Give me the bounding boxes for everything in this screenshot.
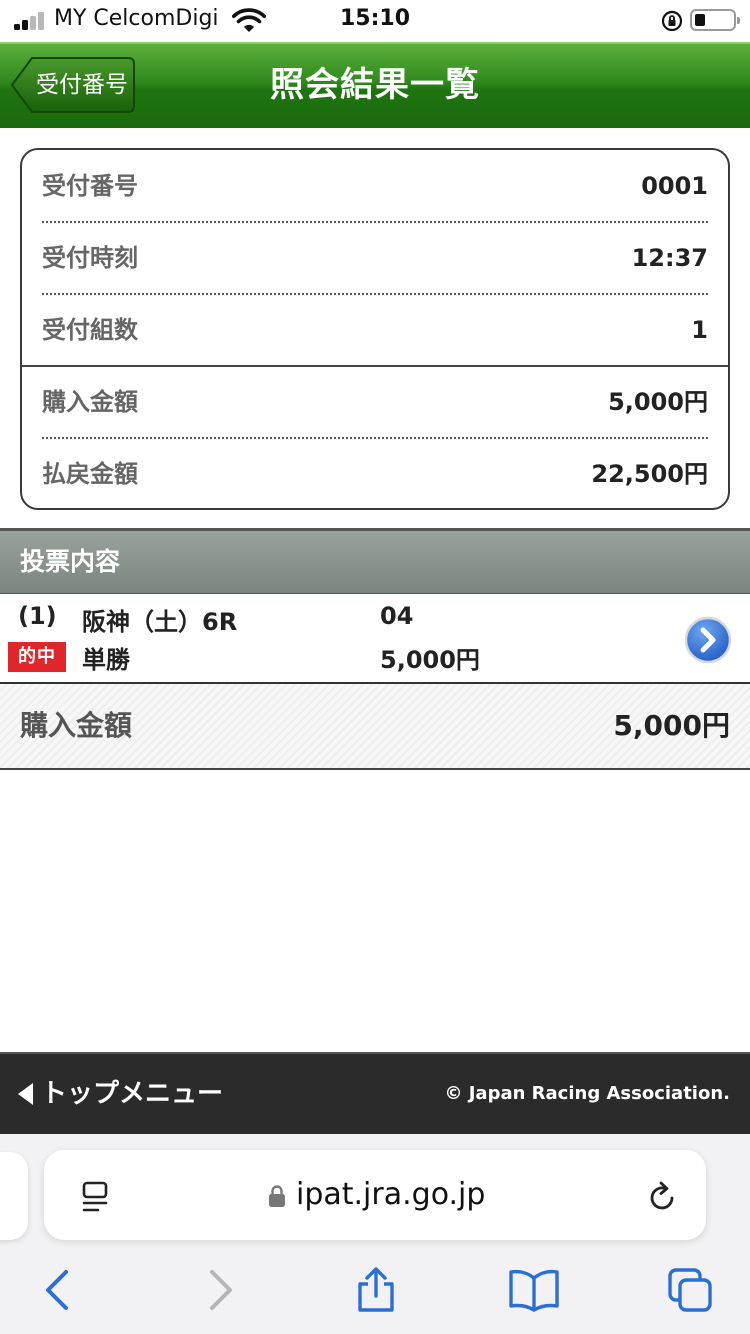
row-value: 0001 (641, 172, 708, 200)
app-footer: トップメニュー © Japan Racing Association. (0, 1052, 750, 1134)
row-value: 12:37 (631, 244, 708, 272)
left-triangle-icon (18, 1083, 33, 1105)
payout-amount-row: 払戻金額 22,500円 (42, 438, 708, 508)
purchase-total-row: 購入金額 5,000円 (0, 684, 750, 770)
row-label: 払戻金額 (42, 460, 138, 488)
status-bar: MY CelcomDigi 15:10 (0, 0, 750, 42)
browser-toolbar: ipat.jra.go.jp (0, 1134, 750, 1334)
previous-tab-preview[interactable] (0, 1152, 28, 1240)
section-title: 投票内容 (20, 547, 121, 576)
address-bar[interactable]: ipat.jra.go.jp (44, 1150, 706, 1240)
back-nav-icon[interactable] (36, 1266, 80, 1314)
total-label: 購入金額 (20, 709, 133, 742)
battery-icon (690, 9, 740, 31)
page-title: 照会結果一覧 (270, 65, 480, 105)
bet-horse-number: 04 (380, 602, 414, 630)
row-value: 5,000円 (608, 388, 708, 416)
copyright-text: © Japan Racing Association. (444, 1083, 730, 1104)
bet-type: 単勝 (82, 646, 130, 674)
url-text: ipat.jra.go.jp (296, 1177, 486, 1212)
total-value: 5,000円 (613, 709, 730, 742)
receipt-time-row: 受付時刻 12:37 (42, 222, 708, 294)
row-value: 1 (691, 316, 708, 344)
tabs-icon[interactable] (666, 1266, 714, 1314)
bet-amount: 5,000円 (380, 646, 480, 674)
bet-venue-race: 阪神（土）6R (82, 608, 238, 636)
receipt-summary-card: 受付番号 0001 受付時刻 12:37 受付組数 1 購入金額 5,000円 … (20, 148, 730, 510)
receipt-sets-row: 受付組数 1 (42, 294, 708, 366)
row-value: 22,500円 (591, 460, 708, 488)
receipt-number-row: 受付番号 0001 (42, 150, 708, 222)
lock-icon (269, 1185, 285, 1207)
forward-nav-icon[interactable] (198, 1266, 242, 1314)
app-header: 受付番号 照会結果一覧 (0, 42, 750, 128)
hit-badge: 的中 (8, 642, 66, 672)
reader-mode-icon[interactable] (80, 1180, 110, 1214)
detail-chevron-icon[interactable] (684, 616, 732, 664)
purchase-amount-row: 購入金額 5,000円 (42, 366, 708, 438)
top-menu-label: トップメニュー (41, 1079, 224, 1109)
clock: 15:10 (339, 6, 411, 31)
bet-number: (1) (18, 602, 57, 630)
top-menu-link[interactable]: トップメニュー (18, 1054, 223, 1134)
orientation-lock-icon (661, 10, 683, 32)
bet-list-item[interactable]: (1) 阪神（土）6R 04 的中 単勝 5,000円 (0, 594, 750, 684)
bet-section-header: 投票内容 (0, 528, 750, 594)
bookmarks-icon[interactable] (508, 1266, 560, 1314)
share-icon[interactable] (354, 1266, 398, 1314)
row-label: 受付時刻 (42, 244, 138, 272)
reload-icon[interactable] (646, 1180, 678, 1214)
row-label: 受付番号 (42, 172, 138, 200)
row-label: 受付組数 (42, 316, 138, 344)
row-label: 購入金額 (42, 388, 138, 416)
